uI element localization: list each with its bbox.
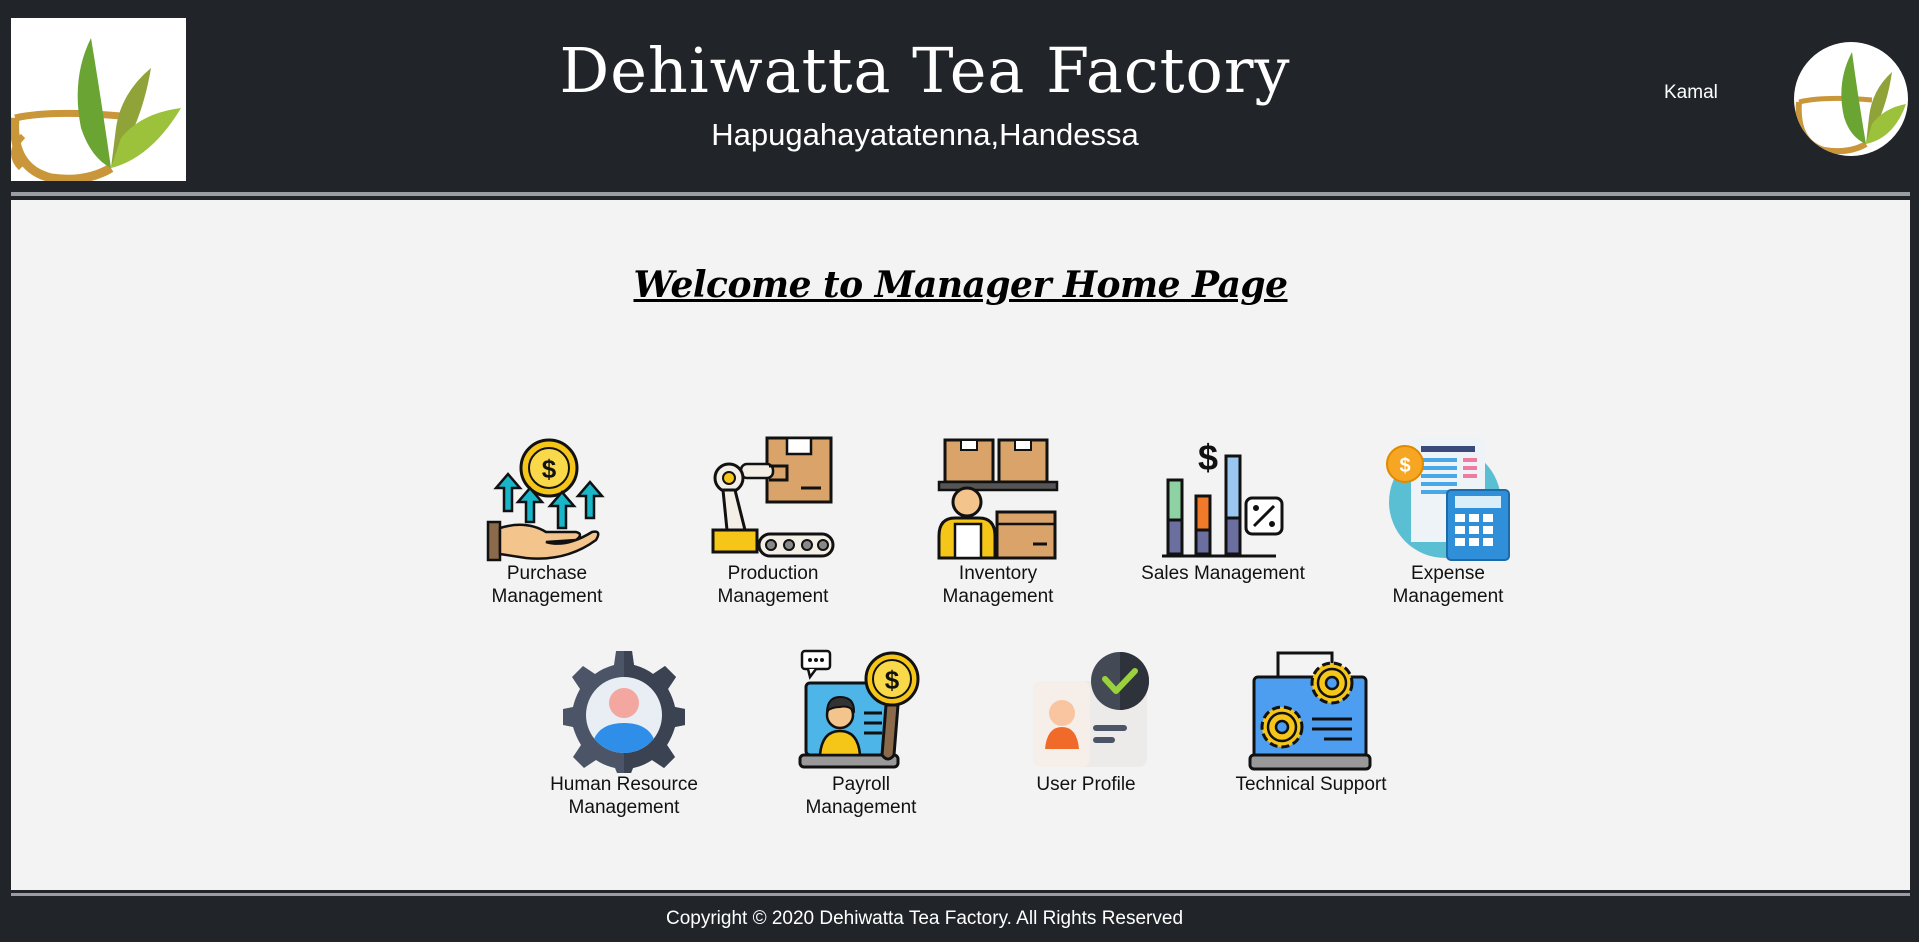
header-divider [11,192,1910,196]
tile-label: Payroll Management [805,774,917,818]
tile-label: User Profile [1036,774,1136,795]
site-title: Dehiwatta Tea Factory [559,34,1291,107]
user-name[interactable]: Kamal [1664,82,1718,104]
tile-label: Inventory Management [942,563,1054,607]
tile-label: Expense Management [1392,563,1504,607]
tea-leaf-avatar-icon [1795,52,1906,155]
main-content: Welcome to Manager Home Page $ Purchase … [11,200,1910,890]
technical-support-icon [1248,651,1372,771]
copyright-text: Copyright © 2020 Dehiwatta Tea Factory. … [665,908,1184,929]
page-title: Welcome to Manager Home Page [633,264,1288,306]
site-footer: Copyright © 2020 Dehiwatta Tea Factory. … [0,897,1919,942]
svg-text:$: $ [1198,437,1218,478]
tile-inventory-management[interactable]: Inventory Management [913,436,1083,608]
svg-text:$: $ [885,665,900,695]
svg-text:$: $ [1399,455,1410,477]
tile-technical-support[interactable]: Technical Support [1226,649,1396,796]
payroll-icon: $ [798,649,920,769]
tile-user-profile[interactable]: User Profile [1001,649,1171,796]
avatar[interactable] [1794,42,1908,156]
tile-human-resource-management[interactable]: Human Resource Management [539,649,709,819]
tile-label: Purchase Management [491,563,603,607]
site-subtitle: Hapugahayatatenna,Handessa [711,117,1139,152]
tile-label: Human Resource Management [550,774,698,818]
tile-label: Sales Management [1141,563,1305,584]
site-header: Dehiwatta Tea Factory Hapugahayatatenna,… [0,0,1919,190]
svg-text:$: $ [542,454,557,484]
sales-icon: $ [1162,437,1284,558]
tile-production-management[interactable]: Production Management [688,436,858,608]
tile-purchase-management[interactable]: $ Purchase Management [462,436,632,608]
human-resource-icon [563,651,685,773]
tile-payroll-management[interactable]: $ Payroll Management [776,649,946,819]
expense-icon: $ [1386,438,1510,561]
tile-label: Production Management [717,563,829,607]
inventory-icon [937,438,1059,560]
tile-expense-management[interactable]: $ Expense Management [1363,436,1533,608]
tile-sales-management[interactable]: $ Sales Management [1138,436,1308,585]
tile-label: Technical Support [1235,774,1387,795]
footer-divider [11,893,1910,896]
production-icon [711,436,835,558]
user-profile-icon [1033,652,1149,767]
purchase-icon: $ [486,438,605,562]
